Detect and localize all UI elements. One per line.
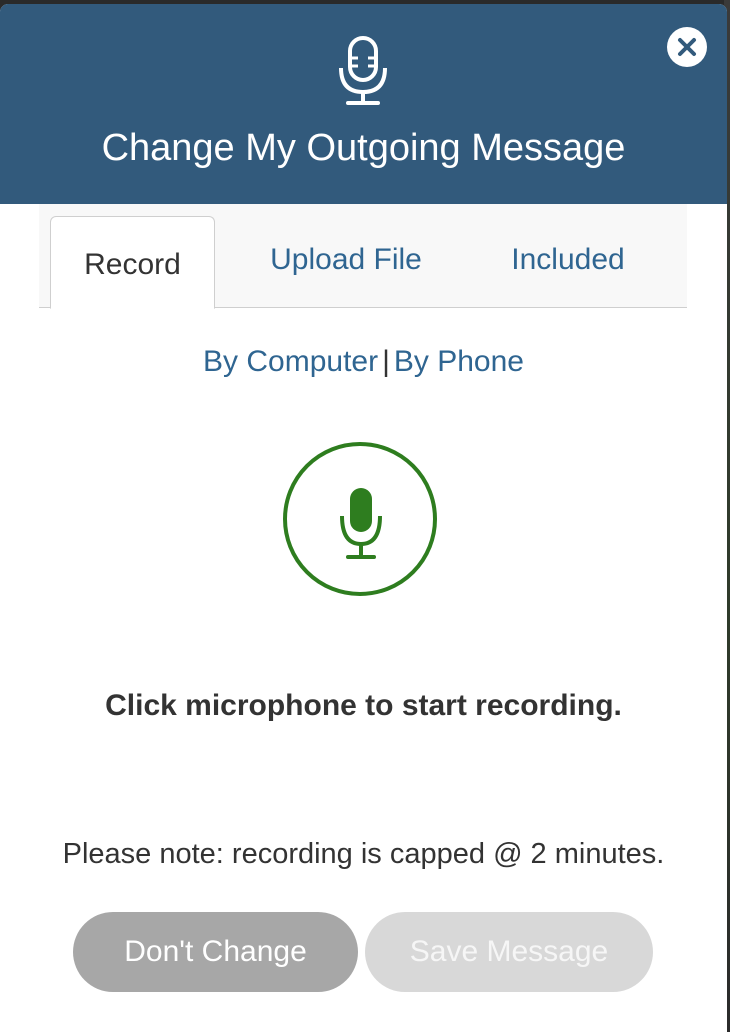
method-separator: | bbox=[382, 345, 390, 378]
recording-limit-note: Please note: recording is capped @ 2 min… bbox=[62, 838, 665, 870]
tab-included[interactable]: Included bbox=[489, 216, 647, 307]
outgoing-message-modal: Change My Outgoing Message Record Upload… bbox=[0, 4, 727, 1032]
modal-header: Change My Outgoing Message bbox=[0, 4, 727, 204]
tab-upload-file[interactable]: Upload File bbox=[249, 216, 443, 307]
close-icon bbox=[678, 38, 696, 56]
modal-title: Change My Outgoing Message bbox=[101, 127, 626, 169]
by-phone-link[interactable]: By Phone bbox=[394, 345, 524, 378]
by-computer-link[interactable]: By Computer bbox=[203, 345, 378, 378]
microphone-icon bbox=[339, 36, 387, 105]
dont-change-button[interactable]: Don't Change bbox=[73, 912, 358, 992]
tab-bar: Record Upload File Included bbox=[39, 204, 687, 309]
record-microphone-button[interactable] bbox=[283, 442, 437, 596]
close-button[interactable] bbox=[667, 27, 707, 67]
tab-record[interactable]: Record bbox=[50, 216, 215, 309]
recording-instruction: Click microphone to start recording. bbox=[105, 689, 622, 722]
save-message-button[interactable]: Save Message bbox=[365, 912, 653, 992]
record-method-selector: By Computer | By Phone bbox=[0, 342, 727, 382]
microphone-icon bbox=[340, 488, 382, 559]
